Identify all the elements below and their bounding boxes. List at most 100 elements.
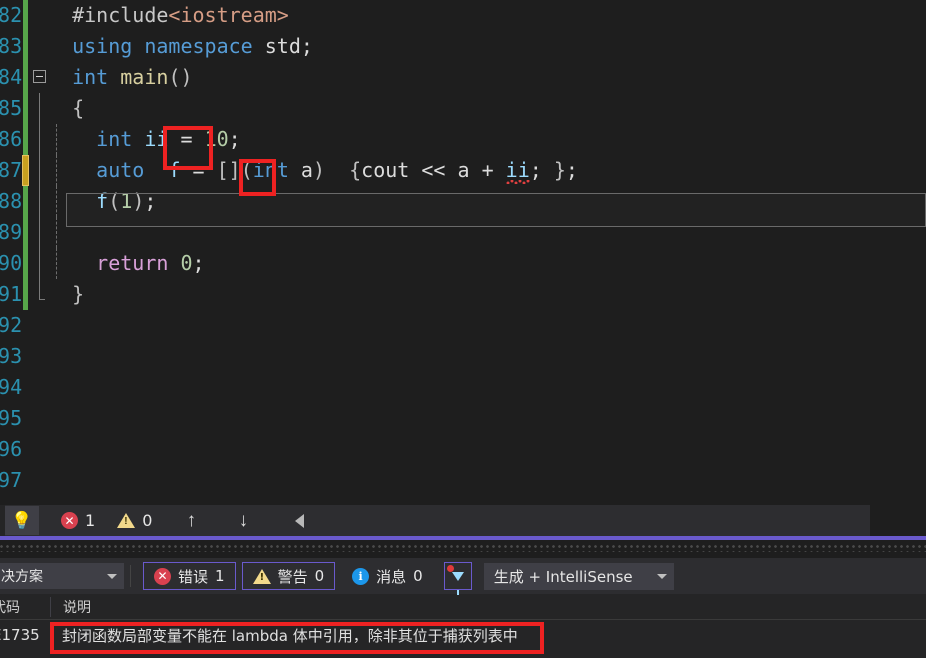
code-text: return 0; (48, 248, 926, 279)
code-token: using namespace (72, 34, 265, 58)
toolbar-filler (312, 505, 870, 536)
line-number: 393 (0, 341, 20, 372)
error-list-rows: E1735封闭函数局部变量不能在 lambda 体中引用，除非其位于捕获列表中 (0, 620, 926, 650)
error-x-icon: ✕ (154, 568, 171, 585)
code-token: #include (72, 3, 168, 27)
line-number: 391 (0, 279, 20, 310)
code-token: ; (530, 158, 554, 182)
warning-count-indicator[interactable]: 0 (117, 511, 152, 530)
code-token: 1 (120, 189, 132, 213)
code-token: f (168, 158, 180, 182)
code-text: { (48, 93, 926, 124)
unsaved-change-bar (22, 155, 29, 186)
warnings-filter-toggle[interactable]: 警告 0 (242, 562, 336, 590)
line-number: 384 (0, 62, 20, 93)
code-line[interactable]: 391 } (0, 279, 926, 310)
saved-change-bar (23, 217, 28, 248)
code-line[interactable]: 385 { (0, 93, 926, 124)
change-bar-gutter (20, 403, 32, 434)
change-bar-gutter (20, 124, 32, 155)
lightbulb-glyph: 💡 (11, 512, 32, 529)
prev-issue-arrow-icon[interactable]: ↑ (178, 508, 204, 534)
code-line[interactable]: 397 (0, 465, 926, 496)
error-list-toolbar: 决方案 ✕ 错误 1 警告 0 i 消息 0 (0, 558, 926, 594)
code-token: ; (229, 127, 241, 151)
line-number: 395 (0, 403, 20, 434)
next-issue-arrow-icon[interactable]: ↓ (230, 508, 256, 534)
editor-nav-toolbar[interactable]: 💡 ✕ 1 0 ↑ ↓ (0, 505, 926, 536)
column-header-code[interactable]: 代码 (0, 597, 50, 617)
code-line[interactable]: 392 (0, 310, 926, 341)
toolbar-right-stub (870, 505, 926, 536)
code-editor[interactable]: 382 #include<iostream>383 using namespac… (0, 0, 926, 505)
column-header-description[interactable]: 说明 (51, 597, 926, 617)
fold-gutter (32, 310, 48, 341)
messages-filter-toggle[interactable]: i 消息 0 (341, 562, 434, 590)
error-count-indicator[interactable]: ✕ 1 (61, 511, 95, 530)
code-token: = (168, 127, 204, 151)
code-line[interactable]: 389 (0, 217, 926, 248)
code-token: [] (217, 158, 241, 182)
code-token: ; (193, 251, 205, 275)
code-line[interactable]: 394 (0, 372, 926, 403)
fold-region-line (39, 217, 40, 248)
code-line[interactable]: 390 return 0; (0, 248, 926, 279)
fold-gutter (32, 248, 48, 279)
line-number: 382 (0, 0, 20, 31)
errors-filter-toggle[interactable]: ✕ 错误 1 (143, 562, 236, 590)
scope-filter-dropdown[interactable]: 决方案 (0, 563, 124, 589)
lightbulb-icon[interactable]: 💡 (5, 506, 39, 535)
change-bar-gutter (20, 93, 32, 124)
indent-guide (56, 248, 57, 279)
fold-region-line (39, 124, 40, 155)
code-line[interactable]: 382 #include<iostream> (0, 0, 926, 31)
line-number: 386 (0, 124, 20, 155)
saved-change-bar (23, 186, 28, 217)
fold-gutter (32, 186, 48, 217)
change-bar-gutter (20, 310, 32, 341)
filter-funnel-icon[interactable] (444, 562, 472, 590)
build-intellisense-dropdown[interactable]: 生成 + IntelliSense (484, 563, 674, 590)
warnings-toggle-count: 0 (315, 567, 325, 585)
code-line[interactable]: 395 (0, 403, 926, 434)
collapse-panel-icon[interactable] (286, 508, 312, 534)
code-token: 0 (180, 251, 192, 275)
fold-gutter (32, 217, 48, 248)
toolbar-divider (130, 565, 131, 587)
panel-splitter-grip[interactable] (0, 540, 926, 558)
funnel-glyph (452, 572, 464, 581)
line-number: 394 (0, 372, 20, 403)
saved-change-bar (23, 62, 28, 93)
code-text: using namespace std; (48, 31, 926, 62)
code-line[interactable]: 383 using namespace std; (0, 31, 926, 62)
filter-active-badge (447, 565, 454, 572)
fold-region-end (39, 279, 40, 299)
fold-gutter (32, 465, 48, 496)
code-token: std; (265, 34, 313, 58)
warning-count-label: 0 (142, 511, 152, 530)
code-token: main (120, 65, 168, 89)
saved-change-bar (23, 248, 28, 279)
error-code: E1735 (0, 626, 50, 644)
code-line[interactable]: 393 (0, 341, 926, 372)
code-line[interactable]: 387 auto f = [](int a) {cout << a + ii; … (0, 155, 926, 186)
errors-toggle-count: 1 (215, 567, 225, 585)
change-bar-gutter (20, 248, 32, 279)
line-number: 396 (0, 434, 20, 465)
code-line[interactable]: 396 (0, 434, 926, 465)
code-line[interactable]: 386 int ii = 10; (0, 124, 926, 155)
error-list-row[interactable]: E1735封闭函数局部变量不能在 lambda 体中引用，除非其位于捕获列表中 (0, 620, 926, 650)
code-token: ) (313, 158, 325, 182)
code-token (325, 158, 349, 182)
indent-guide (56, 186, 57, 217)
line-number: 397 (0, 465, 20, 496)
collapse-region-icon[interactable] (33, 70, 46, 83)
fold-gutter[interactable] (32, 62, 48, 93)
scope-filter-value: 决方案 (1, 566, 43, 586)
fold-region-line (39, 93, 40, 124)
code-token: 10 (205, 127, 229, 151)
code-line[interactable]: 384 int main() (0, 62, 926, 93)
code-line[interactable]: 388 f(1); (0, 186, 926, 217)
messages-toggle-label: 消息 (376, 566, 406, 587)
change-bar-gutter (20, 186, 32, 217)
